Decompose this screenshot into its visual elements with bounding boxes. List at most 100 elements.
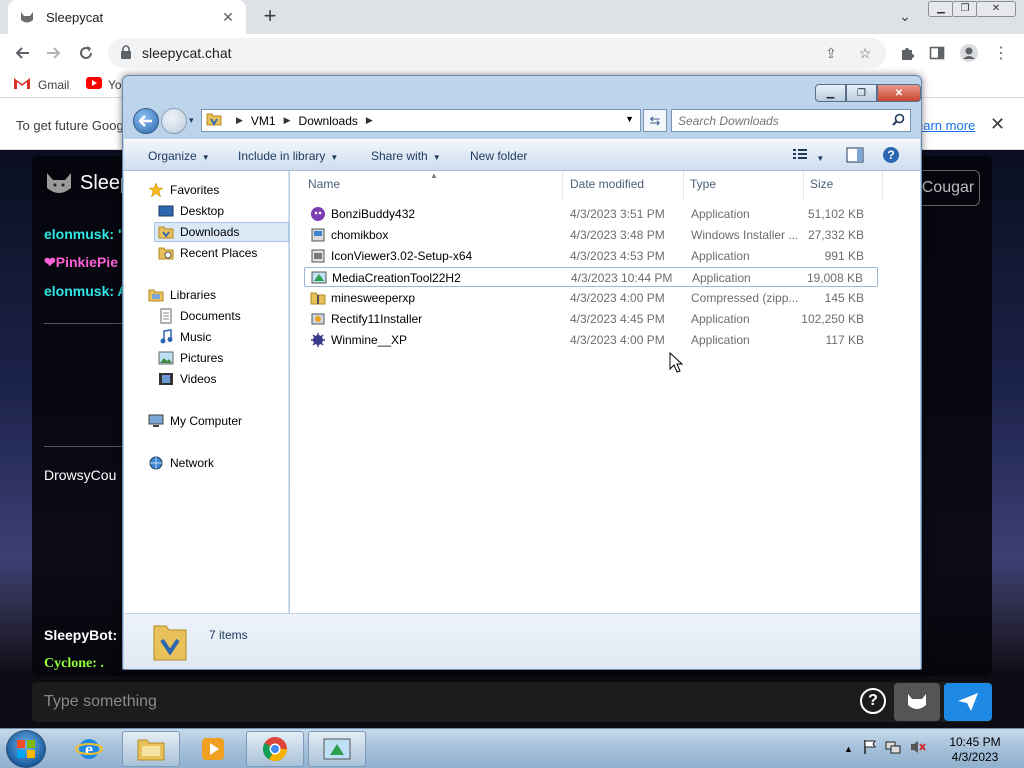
explorer-back-button[interactable] bbox=[133, 108, 159, 134]
file-row[interactable]: MediaCreationTool22H2 4/3/2023 10:44 PM … bbox=[304, 267, 878, 287]
documents-icon bbox=[158, 308, 174, 324]
breadcrumb-separator-icon[interactable]: ▶ bbox=[236, 115, 243, 126]
organize-menu[interactable]: Organize ▼ bbox=[148, 149, 210, 163]
file-row[interactable]: Winmine__XP 4/3/2023 4:00 PM Application… bbox=[304, 330, 878, 350]
column-divider[interactable] bbox=[803, 171, 804, 201]
taskbar-internet-explorer[interactable]: e bbox=[60, 731, 118, 767]
column-divider[interactable] bbox=[683, 171, 684, 201]
explorer-forward-button[interactable] bbox=[161, 108, 187, 134]
file-row[interactable]: BonziBuddy432 4/3/2023 3:51 PM Applicati… bbox=[304, 204, 878, 224]
nav-network[interactable]: Network bbox=[148, 453, 214, 473]
new-tab-button[interactable]: + bbox=[258, 5, 282, 29]
taskbar-chrome[interactable] bbox=[246, 731, 304, 767]
clock[interactable]: 10:45 PM 4/3/2023 bbox=[944, 735, 1006, 765]
send-button[interactable] bbox=[944, 683, 992, 721]
learn-more-link[interactable]: earn more bbox=[916, 118, 975, 133]
recent-pages-chevron-icon[interactable]: ▾ bbox=[189, 115, 194, 126]
zip-folder-icon bbox=[310, 290, 326, 306]
taskbar-media-player[interactable] bbox=[184, 731, 242, 767]
column-size[interactable]: Size bbox=[810, 177, 833, 191]
file-type: Windows Installer ... bbox=[691, 228, 799, 242]
search-input[interactable] bbox=[672, 110, 882, 131]
forward-arrow-icon[interactable] bbox=[42, 42, 64, 64]
taskbar-downloads-explorer[interactable] bbox=[308, 731, 366, 767]
refresh-button[interactable]: ⇆ bbox=[643, 109, 667, 132]
nav-pictures[interactable]: Pictures bbox=[158, 348, 223, 368]
browser-menu-icon[interactable]: ⋮ bbox=[990, 42, 1012, 64]
file-row[interactable]: Rectify11Installer 4/3/2023 4:45 PM Appl… bbox=[304, 309, 878, 329]
help-button[interactable]: ? bbox=[860, 688, 886, 714]
nav-desktop[interactable]: Desktop bbox=[158, 201, 224, 221]
nav-my-computer[interactable]: My Computer bbox=[148, 411, 242, 431]
file-date: 4/3/2023 3:48 PM bbox=[570, 228, 665, 242]
file-row[interactable]: IconViewer3.02-Setup-x64 4/3/2023 4:53 P… bbox=[304, 246, 878, 266]
infobar-close-icon[interactable]: ✕ bbox=[990, 114, 1005, 135]
preview-pane-button[interactable] bbox=[846, 147, 864, 166]
nav-favorites[interactable]: Favorites bbox=[148, 180, 219, 200]
column-date-modified[interactable]: Date modified bbox=[570, 177, 644, 191]
taskbar-explorer[interactable] bbox=[122, 731, 180, 767]
tab-search-chevron-icon[interactable]: ⌄ bbox=[894, 8, 916, 26]
search-box[interactable] bbox=[671, 109, 911, 132]
organize-label: Organize bbox=[148, 149, 197, 163]
action-center-flag-icon[interactable] bbox=[863, 739, 877, 758]
explorer-address-bar[interactable]: ▶ VM1 ▶ Downloads ▶ ▼ bbox=[201, 109, 641, 132]
lock-icon[interactable] bbox=[120, 45, 132, 62]
nav-videos-label: Videos bbox=[180, 372, 217, 386]
nav-music[interactable]: Music bbox=[158, 327, 211, 347]
explorer-maximize-button[interactable]: ❐ bbox=[846, 84, 877, 102]
back-arrow-icon[interactable] bbox=[12, 42, 34, 64]
nav-videos[interactable]: Videos bbox=[158, 369, 216, 389]
restore-window-button[interactable]: ❐ bbox=[952, 1, 978, 17]
network-status-icon[interactable] bbox=[885, 739, 901, 758]
start-button[interactable] bbox=[6, 730, 46, 768]
tab-title: Sleepycat bbox=[46, 9, 104, 25]
new-folder-button[interactable]: New folder bbox=[470, 149, 527, 163]
show-hidden-icons-icon[interactable]: ▲ bbox=[844, 744, 853, 754]
file-row[interactable]: minesweeperxp 4/3/2023 4:00 PM Compresse… bbox=[304, 288, 878, 308]
address-dropdown-icon[interactable]: ▼ bbox=[625, 114, 634, 124]
volume-muted-icon[interactable] bbox=[909, 739, 927, 758]
extensions-puzzle-icon[interactable] bbox=[896, 42, 918, 64]
browser-tab[interactable]: Sleepycat ✕ bbox=[8, 0, 246, 34]
explorer-minimize-button[interactable]: ▁ bbox=[815, 84, 846, 102]
share-with-menu[interactable]: Share with ▼ bbox=[371, 149, 441, 163]
include-in-library-menu[interactable]: Include in library ▼ bbox=[238, 149, 338, 163]
breadcrumb-vm1[interactable]: VM1 bbox=[251, 114, 276, 128]
side-panel-icon[interactable] bbox=[926, 42, 948, 64]
column-divider[interactable] bbox=[562, 171, 563, 201]
tab-close-icon[interactable]: ✕ bbox=[220, 9, 236, 26]
profile-avatar-icon[interactable] bbox=[958, 42, 980, 64]
share-icon[interactable]: ⇪ bbox=[822, 44, 840, 62]
nav-libraries[interactable]: Libraries bbox=[148, 285, 216, 305]
file-row[interactable]: chomikbox 4/3/2023 3:48 PM Windows Insta… bbox=[304, 225, 878, 245]
breadcrumb-downloads[interactable]: Downloads bbox=[299, 114, 358, 128]
chat-input[interactable]: Type something bbox=[32, 682, 992, 722]
send-plane-icon bbox=[958, 693, 978, 711]
column-type[interactable]: Type bbox=[690, 177, 716, 191]
bookmark-gmail[interactable]: Gmail bbox=[14, 77, 69, 92]
include-in-library-label: Include in library bbox=[238, 149, 326, 163]
reload-icon[interactable] bbox=[75, 42, 97, 64]
address-bar[interactable]: sleepycat.chat ⇪ ☆ bbox=[108, 38, 886, 68]
nav-downloads[interactable]: Downloads bbox=[154, 222, 289, 242]
breadcrumb-separator-icon[interactable]: ▶ bbox=[366, 115, 373, 126]
close-window-button[interactable]: ✕ bbox=[976, 1, 1016, 17]
computer-icon bbox=[148, 413, 164, 429]
minimize-window-button[interactable]: ▁ bbox=[928, 1, 954, 17]
bookmark-youtube[interactable]: Yo bbox=[86, 77, 122, 92]
column-name[interactable]: Name bbox=[308, 177, 340, 191]
column-divider[interactable] bbox=[882, 171, 883, 201]
nav-documents[interactable]: Documents bbox=[158, 306, 241, 326]
search-icon[interactable] bbox=[892, 113, 905, 129]
help-icon[interactable]: ? bbox=[882, 146, 900, 167]
mine-icon bbox=[310, 332, 326, 348]
cat-emote-button[interactable] bbox=[894, 683, 940, 721]
explorer-close-button[interactable]: ✕ bbox=[877, 84, 921, 102]
change-view-button[interactable]: ▼ bbox=[792, 147, 824, 164]
cougar-button[interactable]: Cougar bbox=[916, 170, 980, 206]
nav-recent-places[interactable]: Recent Places bbox=[158, 243, 257, 263]
file-name: minesweeperxp bbox=[331, 291, 416, 305]
breadcrumb-separator-icon[interactable]: ▶ bbox=[284, 115, 291, 126]
bookmark-star-icon[interactable]: ☆ bbox=[856, 44, 874, 62]
